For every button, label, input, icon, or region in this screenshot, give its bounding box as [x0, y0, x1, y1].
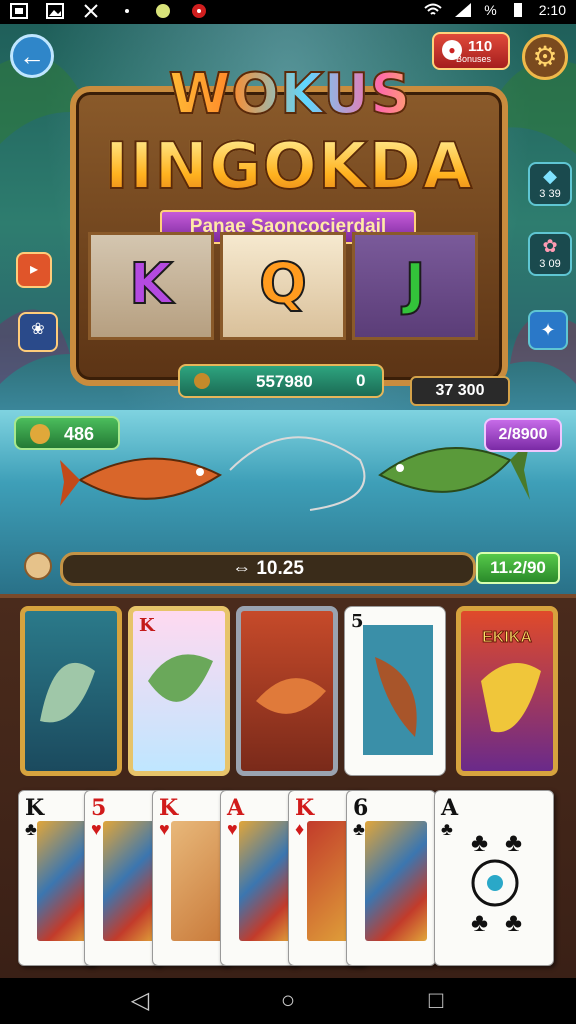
side-button-flower[interactable]: ✿ 3 09 [528, 232, 572, 276]
side-button-flower-label: 3 09 [539, 258, 561, 270]
nav-home-button[interactable]: ○ [268, 986, 308, 1016]
fish-card-1[interactable] [20, 606, 122, 776]
dot-icon [118, 3, 136, 19]
card-suit: ♦ [295, 819, 305, 839]
fish-icon [256, 678, 326, 714]
nav-recents-button[interactable]: □ [416, 986, 456, 1016]
card-suit: ♣ [25, 819, 37, 839]
shield-icon: ✦ [540, 320, 556, 340]
card-suit: ♥ [159, 819, 170, 839]
fish-card-corner: 5 [351, 611, 364, 632]
side-button-shield[interactable]: ✦ [528, 310, 568, 350]
bonus-counter[interactable]: ● 110 Bonuses [432, 32, 510, 70]
fish-card-4[interactable]: 5 [344, 606, 446, 776]
bet-bar: ⇔ 10.25 [60, 552, 476, 586]
fish-icon [363, 625, 433, 755]
coins-pill[interactable]: 486 [14, 416, 120, 450]
settings-button[interactable]: ⚙ [522, 34, 568, 80]
win-pill[interactable]: 11.2/90 [476, 552, 560, 584]
card-face-art [103, 821, 157, 941]
svg-text:♣: ♣ [471, 907, 488, 937]
card-face-art [171, 821, 225, 941]
card-rank: 6 [353, 795, 369, 821]
fish-card-corner: K [139, 615, 155, 636]
fish-icon [40, 662, 95, 723]
bonus-counter-label: Bonuses [456, 54, 492, 64]
svg-text:♣: ♣ [505, 827, 522, 857]
svg-text:♣: ♣ [471, 827, 488, 857]
nav-back-button[interactable]: ◁ [120, 986, 160, 1016]
card-face-art [37, 821, 91, 941]
reel-2: Q [220, 232, 346, 340]
coin-icon [194, 373, 210, 389]
back-button[interactable]: ← [10, 34, 54, 78]
clock: 2:10 [538, 2, 566, 18]
battery-percent: % [484, 2, 497, 18]
play-icon: ▸ [29, 261, 39, 278]
gift-icon: ❀ [31, 321, 45, 338]
fish-card-3[interactable] [236, 606, 338, 776]
bonus-counter-value: 110 [468, 38, 493, 55]
balance-bar: 557980 0 [178, 364, 384, 398]
app-icon-green [154, 3, 172, 19]
game-title-line2: IINGOKDA [96, 129, 482, 205]
playing-card-4[interactable]: A ♥ [220, 790, 298, 966]
triangle-back-icon: ◁ [130, 987, 150, 1014]
swap-icon: ⇔ [232, 558, 252, 579]
gems-pill[interactable]: 2/8900 [484, 418, 562, 452]
image-icon [46, 3, 64, 19]
fishing-scene [60, 436, 530, 511]
balance-suffix: 0 [356, 371, 366, 390]
bag-icon [30, 424, 50, 444]
circle-home-icon: ○ [280, 987, 296, 1014]
ace-ornament-icon: ♣ ♣ ♣ ♣ [471, 827, 522, 937]
card-rank: K [295, 795, 315, 821]
fish-card-2[interactable]: K [128, 606, 230, 776]
side-button-gem[interactable]: ◆ 3 39 [528, 162, 572, 206]
gear-icon: ⚙ [532, 41, 558, 72]
playing-card-7[interactable]: A ♣ ♣ ♣ ♣ ♣ [434, 790, 554, 966]
side-button-gift[interactable]: ❀ [18, 312, 58, 352]
gem-icon: ◆ [543, 166, 557, 186]
square-recents-icon: □ [428, 987, 444, 1014]
card-face-art [365, 821, 427, 941]
win-box: 37 300 [410, 376, 510, 406]
playing-card-2[interactable]: 5 ♥ [84, 790, 162, 966]
card-rank: K [159, 795, 179, 821]
wifi-icon [424, 2, 442, 18]
red-fish-icon [60, 457, 223, 506]
side-button-play[interactable]: ▸ [16, 252, 52, 288]
notification-icon [10, 3, 28, 19]
app-icon-red [190, 3, 208, 19]
battery-icon [509, 2, 527, 18]
reel-3: J [352, 232, 478, 340]
svg-text:♣: ♣ [505, 907, 522, 937]
tools-icon [82, 3, 100, 19]
fish-card-label: EKIKA [482, 629, 533, 647]
playing-card-6[interactable]: 6 ♣ [346, 790, 436, 966]
signal-icon [454, 2, 472, 18]
fish-card-5[interactable]: EKIKA [456, 606, 558, 776]
arrow-left-icon: ← [19, 40, 45, 71]
system-nav-bar: ◁ ○ □ [0, 978, 576, 1024]
playing-card-3[interactable]: K ♥ [152, 790, 230, 966]
card-suit: ♥ [227, 819, 238, 839]
card-rank: K [25, 795, 45, 821]
menu-dot-button[interactable] [24, 552, 52, 580]
card-suit: ♣ [353, 819, 365, 839]
fishing-line-icon [229, 436, 366, 511]
coins-value: 486 [64, 424, 95, 444]
flower-icon: ✿ [542, 236, 558, 256]
card-rank: A [227, 795, 245, 821]
game-title-line1: WOKUS [140, 61, 440, 128]
bet-value: 10.25 [256, 558, 304, 579]
reel-1: K [88, 232, 214, 340]
side-button-gem-label: 3 39 [539, 188, 561, 200]
card-suit: ♥ [91, 819, 102, 839]
card-rank: 5 [91, 795, 107, 821]
status-bar: % 2:10 [0, 0, 576, 24]
card-face-art [239, 821, 293, 941]
balance-value: 557980 [256, 372, 313, 391]
